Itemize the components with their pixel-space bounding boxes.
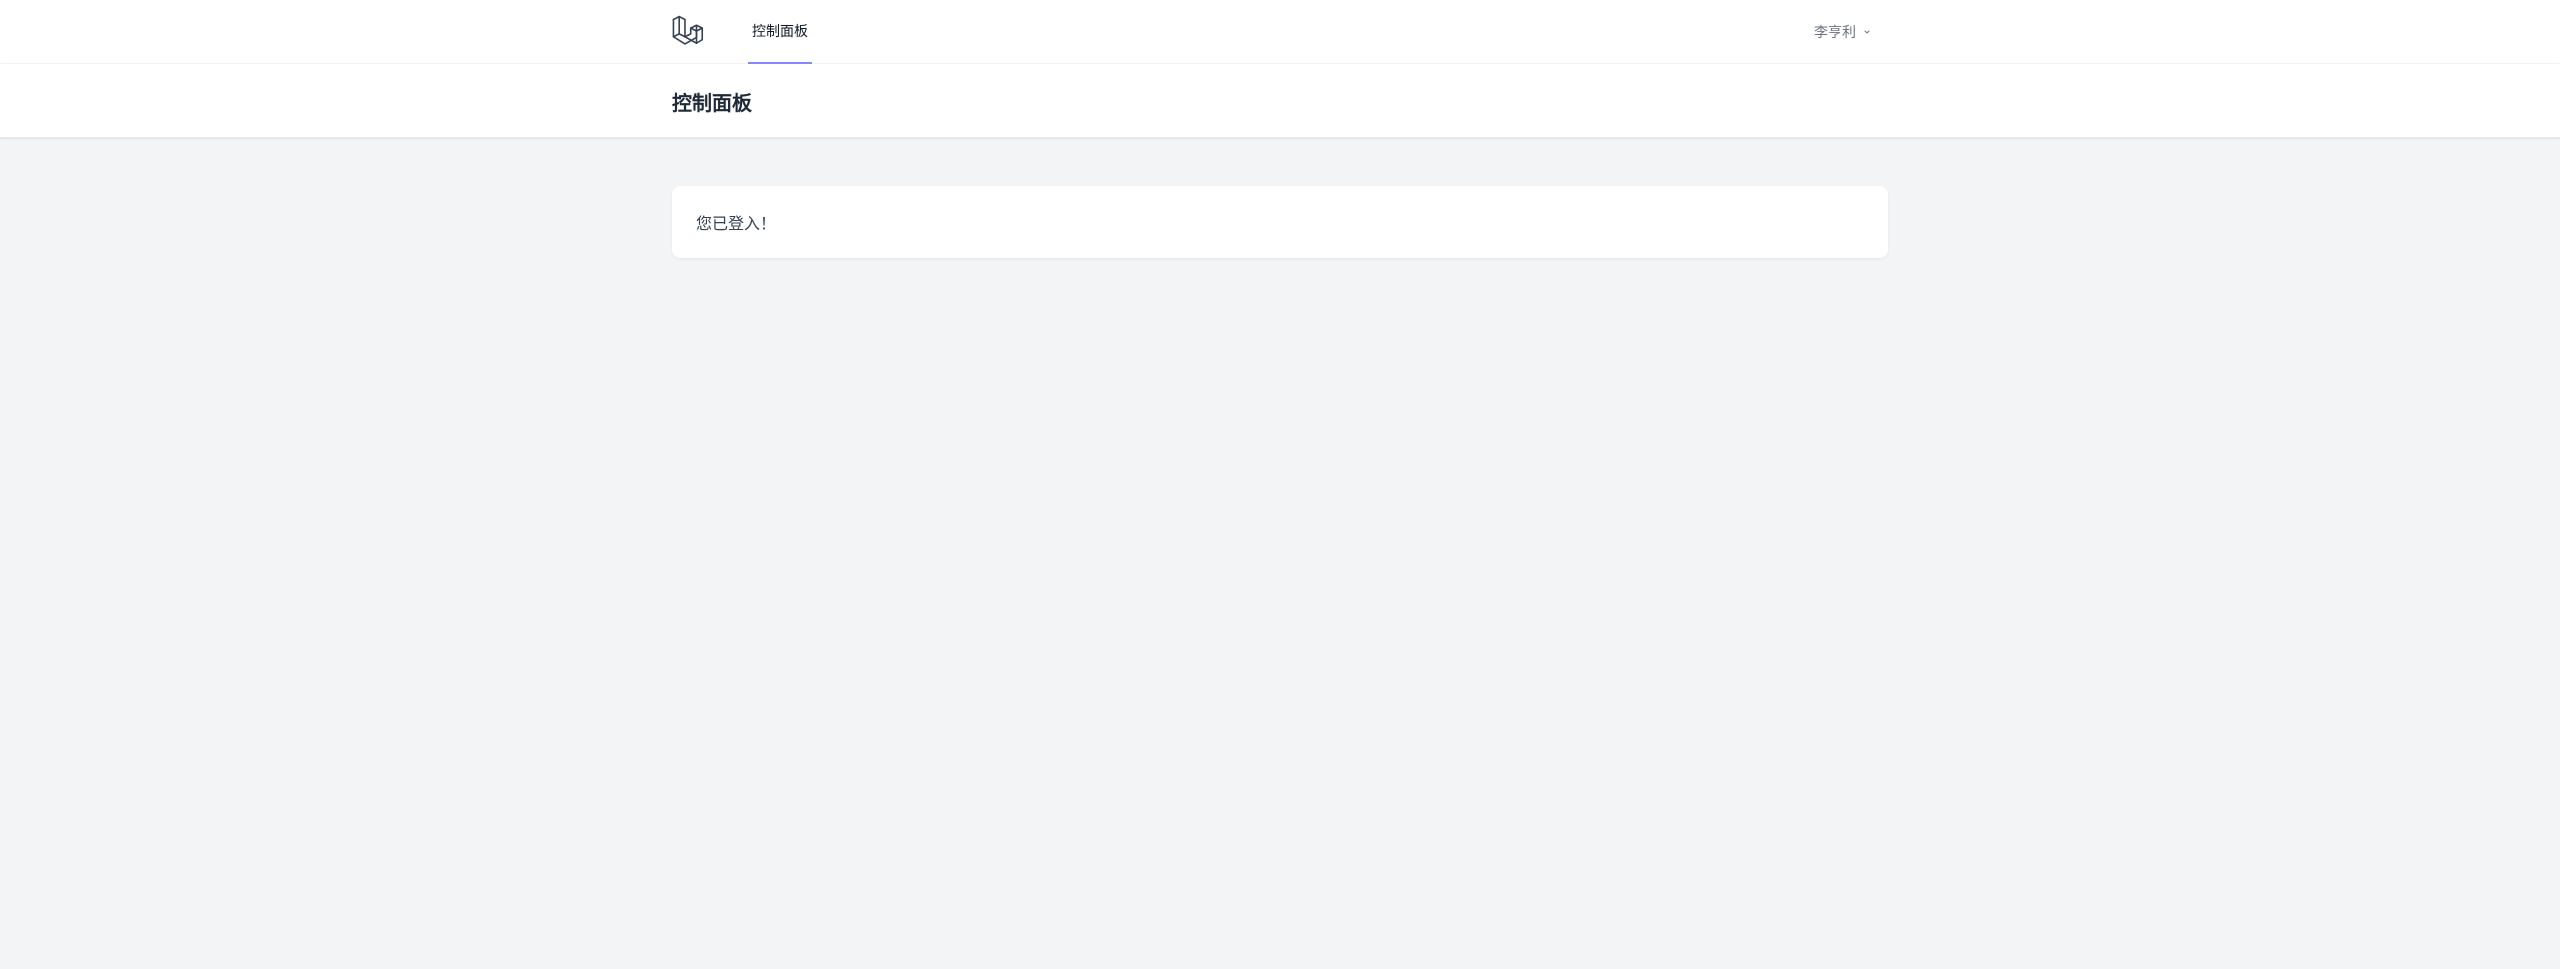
nav-container: 控制面板 李亨利 xyxy=(672,0,1888,64)
status-card: 您已登入！ xyxy=(672,186,1888,258)
nav-link-dashboard[interactable]: 控制面板 xyxy=(748,0,812,64)
user-menu-dropdown[interactable]: 李亨利 xyxy=(1814,0,1872,64)
page-title: 控制面板 xyxy=(672,90,752,115)
page-header: 控制面板 xyxy=(0,64,2560,138)
top-navigation: 控制面板 李亨利 xyxy=(0,0,2560,64)
main-content: 您已登入！ xyxy=(0,138,2560,258)
header-container: 控制面板 xyxy=(672,64,1888,137)
laravel-logo-icon[interactable] xyxy=(672,12,708,50)
chevron-down-icon xyxy=(1864,30,1870,34)
user-name: 李亨利 xyxy=(1814,25,1856,41)
logged-in-message: 您已登入！ xyxy=(696,214,777,233)
